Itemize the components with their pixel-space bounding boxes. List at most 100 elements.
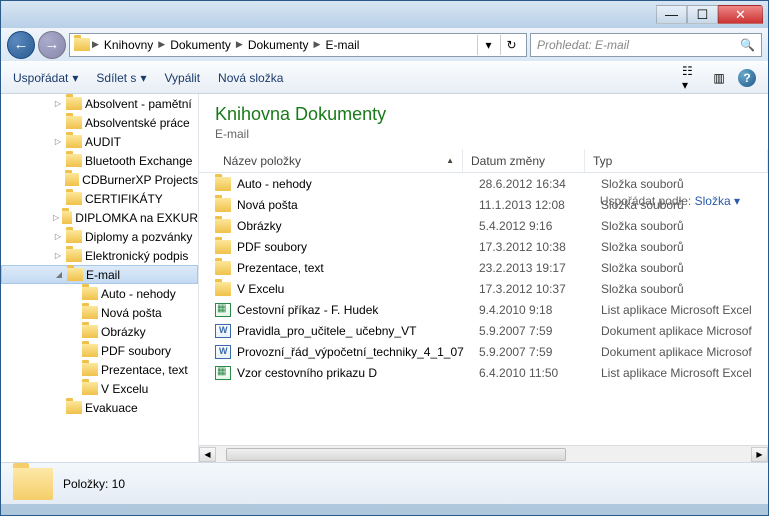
column-name[interactable]: Název položky ▲ (215, 149, 463, 172)
tree-item[interactable]: ▷Elektronický podpis (1, 246, 198, 265)
folder-icon (66, 401, 82, 414)
doc-icon (215, 324, 231, 338)
column-type[interactable]: Typ (585, 149, 768, 172)
back-button[interactable]: ← (7, 31, 35, 59)
folder-icon (67, 268, 83, 281)
tree-item[interactable]: Prezentace, text (1, 360, 198, 379)
tree-item-label: E-mail (86, 268, 120, 282)
arrange-by[interactable]: Uspořádat podle: Složka ▾ (600, 194, 740, 208)
breadcrumb[interactable]: E-mail (322, 36, 362, 54)
chevron-right-icon[interactable]: ▶ (236, 39, 243, 50)
minimize-button[interactable]: — (656, 5, 687, 24)
list-item[interactable]: Auto - nehody28.6.2012 16:34Složka soubo… (199, 173, 768, 194)
folder-icon (66, 154, 82, 167)
item-type: Dokument aplikace Microsof (601, 324, 752, 338)
folder-icon (215, 219, 231, 233)
column-date[interactable]: Datum změny (463, 149, 585, 172)
scroll-right-icon[interactable]: ▶ (751, 447, 768, 462)
breadcrumb[interactable]: Dokumenty (167, 36, 234, 54)
folder-icon (66, 192, 82, 205)
scroll-left-icon[interactable]: ◀ (199, 447, 216, 462)
folder-tree[interactable]: ▷Absolvent - pamětníAbsolventské práce ▷ A… (1, 94, 199, 462)
folder-icon (66, 135, 82, 148)
tree-item[interactable]: Obrázky (1, 322, 198, 341)
breadcrumb[interactable]: Dokumenty (245, 36, 312, 54)
breadcrumb[interactable]: Knihovny (101, 36, 156, 54)
item-name: Pravidla_pro_učitele_ učebny_VT (237, 324, 479, 338)
folder-icon (215, 261, 231, 275)
list-item[interactable]: Cestovní příkaz - F. Hudek9.4.2010 9:18L… (199, 299, 768, 320)
close-button[interactable]: ✕ (718, 5, 763, 24)
tree-item-label: Bluetooth Exchange (85, 154, 192, 168)
item-name: Prezentace, text (237, 261, 479, 275)
file-list[interactable]: Auto - nehody28.6.2012 16:34Složka soubo… (199, 173, 768, 445)
expand-icon[interactable]: ▷ (53, 232, 63, 241)
item-name: Cestovní příkaz - F. Hudek (237, 303, 479, 317)
tree-item[interactable]: Absolventské práce (1, 113, 198, 132)
refresh-icon[interactable]: ↻ (500, 35, 522, 55)
search-placeholder: Prohledat: E-mail (537, 38, 629, 52)
tree-item[interactable]: V Excelu (1, 379, 198, 398)
tree-item[interactable]: ◢ E-mail (1, 265, 198, 284)
chevron-right-icon[interactable]: ▶ (314, 39, 321, 50)
chevron-right-icon[interactable]: ▶ (92, 39, 99, 50)
expand-icon[interactable]: ▷ (53, 137, 63, 146)
item-name: Obrázky (237, 219, 479, 233)
tree-item[interactable]: Bluetooth Exchange (1, 151, 198, 170)
list-item[interactable]: Pravidla_pro_učitele_ učebny_VT5.9.2007 … (199, 320, 768, 341)
tree-item[interactable]: ▷ AUDIT (1, 132, 198, 151)
list-item[interactable]: Vzor cestovního prikazu D6.4.2010 11:50L… (199, 362, 768, 383)
maximize-button[interactable]: ☐ (687, 5, 718, 24)
scroll-thumb[interactable] (226, 448, 566, 461)
preview-pane-button[interactable]: ▥ (710, 69, 728, 87)
help-icon[interactable]: ? (738, 69, 756, 87)
new-folder-button[interactable]: Nová složka (218, 71, 283, 85)
status-bar: Položky: 10 (1, 462, 768, 504)
item-date: 5.4.2012 9:16 (479, 219, 601, 233)
tree-item-label: AUDIT (85, 135, 121, 149)
item-name: PDF soubory (237, 240, 479, 254)
list-item[interactable]: Provozní_řád_výpočetní_techniky_4_1_075.… (199, 341, 768, 362)
list-item[interactable]: Prezentace, text23.2.2013 19:17Složka so… (199, 257, 768, 278)
list-item[interactable]: PDF soubory17.3.2012 10:38Složka souborů (199, 236, 768, 257)
expand-icon[interactable]: ▷ (53, 99, 63, 108)
view-options-button[interactable]: ☷ ▾ (682, 69, 700, 87)
chevron-right-icon[interactable]: ▶ (158, 39, 165, 50)
organize-menu[interactable]: Uspořádat ▾ (13, 71, 78, 85)
expand-icon[interactable]: ▷ (53, 251, 63, 260)
tree-item[interactable]: Nová pošta (1, 303, 198, 322)
burn-button[interactable]: Vypálit (164, 71, 200, 85)
tree-item[interactable]: CDBurnerXP Projects (1, 170, 198, 189)
tree-item[interactable]: ▷Diplomy a pozvánky (1, 227, 198, 246)
item-date: 17.3.2012 10:38 (479, 240, 601, 254)
share-menu[interactable]: Sdílet s ▾ (96, 71, 146, 85)
tree-item-label: Evakuace (85, 401, 138, 415)
tree-item-label: Nová pošta (101, 306, 162, 320)
search-icon[interactable]: 🔍 (740, 38, 755, 52)
horizontal-scrollbar[interactable]: ◀ ▶ (199, 445, 768, 462)
item-type: Složka souborů (601, 282, 684, 296)
folder-icon (62, 211, 72, 224)
tree-item[interactable]: ▷DIPLOMKA na EXKUR (1, 208, 198, 227)
folder-icon (82, 363, 98, 376)
address-bar[interactable]: ▶ Knihovny ▶ Dokumenty ▶ Dokumenty ▶ E-m… (69, 33, 527, 57)
item-type: Složka souborů (601, 177, 684, 191)
item-count: Položky: 10 (63, 477, 125, 491)
expand-icon[interactable]: ▷ (53, 213, 59, 222)
forward-button[interactable]: → (38, 31, 66, 59)
tree-item[interactable]: Evakuace (1, 398, 198, 417)
search-input[interactable]: Prohledat: E-mail 🔍 (530, 33, 762, 57)
tree-item[interactable]: ▷Absolvent - pamětní (1, 94, 198, 113)
item-type: Složka souborů (601, 240, 684, 254)
list-item[interactable]: V Excelu17.3.2012 10:37Složka souborů (199, 278, 768, 299)
folder-icon (66, 97, 82, 110)
history-dropdown-icon[interactable]: ▾ (477, 35, 499, 55)
expand-icon[interactable]: ◢ (54, 270, 64, 279)
item-name: Provozní_řád_výpočetní_techniky_4_1_07 (237, 345, 479, 359)
folder-icon (65, 173, 79, 186)
tree-item[interactable]: PDF soubory (1, 341, 198, 360)
tree-item[interactable]: CERTIFIKÁTY (1, 189, 198, 208)
list-item[interactable]: Obrázky5.4.2012 9:16Složka souborů (199, 215, 768, 236)
tree-item[interactable]: Auto - nehody (1, 284, 198, 303)
item-date: 11.1.2013 12:08 (479, 198, 601, 212)
